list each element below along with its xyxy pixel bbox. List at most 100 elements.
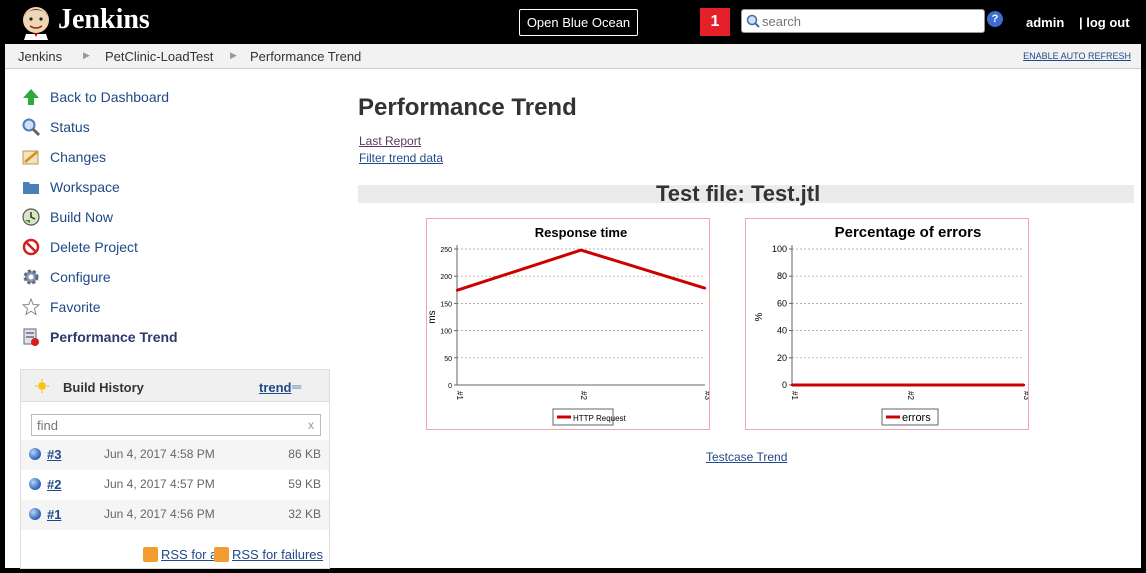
rss-icon	[143, 547, 158, 562]
sidebar-item-label: Favorite	[50, 299, 101, 315]
breadcrumb-item-performance-trend[interactable]: Performance Trend	[250, 49, 361, 64]
page-title: Performance Trend	[358, 94, 577, 121]
performance-icon	[23, 328, 39, 346]
blue-ball-icon	[29, 508, 41, 520]
legend-label: HTTP Request	[573, 414, 627, 423]
data-point	[906, 383, 910, 387]
data-point	[703, 286, 707, 290]
build-size: 59 KB	[288, 477, 321, 491]
find-field[interactable]: x	[31, 414, 321, 436]
up-arrow-icon	[23, 89, 39, 105]
rss-failures-link[interactable]: RSS for failures	[232, 547, 323, 562]
last-report-link[interactable]: Last Report	[359, 134, 421, 148]
y-tick-label: 0	[782, 380, 787, 390]
build-date-link[interactable]: Jun 4, 2017 4:56 PM	[104, 507, 215, 521]
x-tick-label: #3	[703, 391, 710, 400]
data-point	[790, 383, 794, 387]
y-tick-label: 20	[777, 353, 787, 363]
filter-trend-data-link[interactable]: Filter trend data	[359, 151, 443, 165]
x-tick-label: #1	[455, 391, 464, 400]
build-date-link[interactable]: Jun 4, 2017 4:58 PM	[104, 447, 215, 461]
notification-badge[interactable]: 1	[700, 8, 730, 36]
x-tick-label: #2	[579, 391, 588, 400]
x-tick-label: #1	[790, 391, 799, 400]
build-date-link[interactable]: Jun 4, 2017 4:57 PM	[104, 477, 215, 491]
search-input[interactable]	[762, 11, 980, 31]
sidebar-item-label: Build Now	[50, 209, 114, 225]
clear-find-button[interactable]: x	[308, 418, 314, 432]
data-point	[1022, 383, 1026, 387]
y-tick-label: 50	[444, 356, 452, 363]
test-file-title: Test file: Test.jtl	[656, 181, 821, 206]
sidebar-item-label: Workspace	[50, 179, 120, 195]
y-tick-label: 250	[440, 247, 452, 254]
errors-chart: Percentage of errors 0 20 40 60 80 100% #1 #2 #3 e…	[745, 218, 1029, 430]
build-row: #2 Jun 4, 2017 4:57 PM 59 KB	[21, 470, 329, 500]
breadcrumb-separator: ▶	[230, 50, 237, 60]
no-entry-icon	[22, 238, 40, 256]
breadcrumb-item-project[interactable]: PetClinic-LoadTest	[105, 49, 213, 64]
notepad-icon	[22, 150, 39, 165]
breadcrumb-item-jenkins[interactable]: Jenkins	[18, 49, 62, 64]
jenkins-butler-icon[interactable]	[18, 4, 54, 40]
user-link[interactable]: admin	[1026, 15, 1064, 30]
star-icon	[22, 298, 40, 316]
enable-auto-refresh-link[interactable]: ENABLE AUTO REFRESH	[1023, 51, 1131, 61]
chart-title: Percentage of errors	[835, 224, 982, 241]
blue-ball-icon	[29, 448, 41, 460]
y-axis-label: %	[754, 312, 765, 321]
x-tick-label: #2	[906, 391, 915, 400]
blue-ball-icon	[29, 478, 41, 490]
build-row: #1 Jun 4, 2017 4:56 PM 32 KB	[21, 500, 329, 530]
build-size: 86 KB	[288, 447, 321, 461]
series-line	[456, 248, 706, 292]
y-tick-label: 100	[772, 244, 787, 254]
data-point	[579, 248, 583, 252]
y-tick-label: 100	[440, 329, 452, 336]
build-number-link[interactable]: #2	[47, 477, 61, 492]
x-tick-label: #3	[1022, 391, 1029, 400]
build-row: #3 Jun 4, 2017 4:58 PM 86 KB	[21, 440, 329, 470]
build-history-header: Build History trend ═	[21, 370, 329, 402]
breadcrumb: Jenkins ▶ PetClinic-LoadTest ▶ Performan…	[5, 44, 1141, 69]
sidebar-item-label: Changes	[50, 149, 107, 165]
find-input[interactable]	[32, 415, 292, 435]
breadcrumb-separator: ▶	[83, 50, 90, 60]
sidebar-item-label: Configure	[50, 269, 111, 285]
y-tick-label: 150	[440, 301, 452, 308]
testcase-trend-link[interactable]: Testcase Trend	[706, 450, 787, 464]
build-size: 32 KB	[288, 507, 321, 521]
sidebar-item-label: Back to Dashboard	[50, 89, 170, 105]
chart-title: Response time	[535, 225, 627, 240]
trend-link[interactable]: trend	[259, 380, 292, 395]
y-axis-label: ms	[427, 310, 438, 323]
app-title[interactable]: Jenkins	[58, 4, 150, 36]
trend-icon[interactable]: ═	[292, 379, 301, 394]
rss-icon	[214, 547, 229, 562]
magnifier-icon	[22, 118, 40, 136]
y-tick-label: 60	[777, 298, 787, 308]
gear-icon	[23, 269, 39, 285]
y-tick-label: 40	[777, 326, 787, 336]
logout-link[interactable]: | log out	[1079, 15, 1130, 30]
clock-icon	[22, 208, 40, 226]
build-number-link[interactable]: #1	[47, 507, 61, 522]
build-history-panel: Build History trend ═ x #3 Jun 4, 2017 4…	[20, 369, 330, 569]
legend-label: errors	[902, 412, 931, 424]
search-box[interactable]	[741, 9, 985, 33]
y-tick-label: 200	[440, 274, 452, 281]
open-blue-ocean-button[interactable]: Open Blue Ocean	[519, 9, 638, 36]
sidebar-item-label: Delete Project	[50, 239, 138, 255]
build-history-title: Build History	[63, 380, 144, 395]
sidebar-item-label: Performance Trend	[50, 329, 178, 345]
y-tick-label: 80	[777, 271, 787, 281]
sidebar-item-label: Status	[50, 119, 90, 135]
build-number-link[interactable]: #3	[47, 447, 61, 462]
folder-icon	[23, 182, 39, 194]
help-icon[interactable]: ?	[987, 11, 1003, 27]
data-point	[455, 289, 459, 292]
top-header: Jenkins Open Blue Ocean 1 ? admin | log …	[0, 0, 1146, 44]
response-time-chart: Response time 0 50 100 150 200 250 ms #1 #2 #3 HTTP…	[426, 218, 710, 430]
sun-icon	[35, 379, 49, 393]
y-tick-label: 0	[448, 383, 452, 390]
